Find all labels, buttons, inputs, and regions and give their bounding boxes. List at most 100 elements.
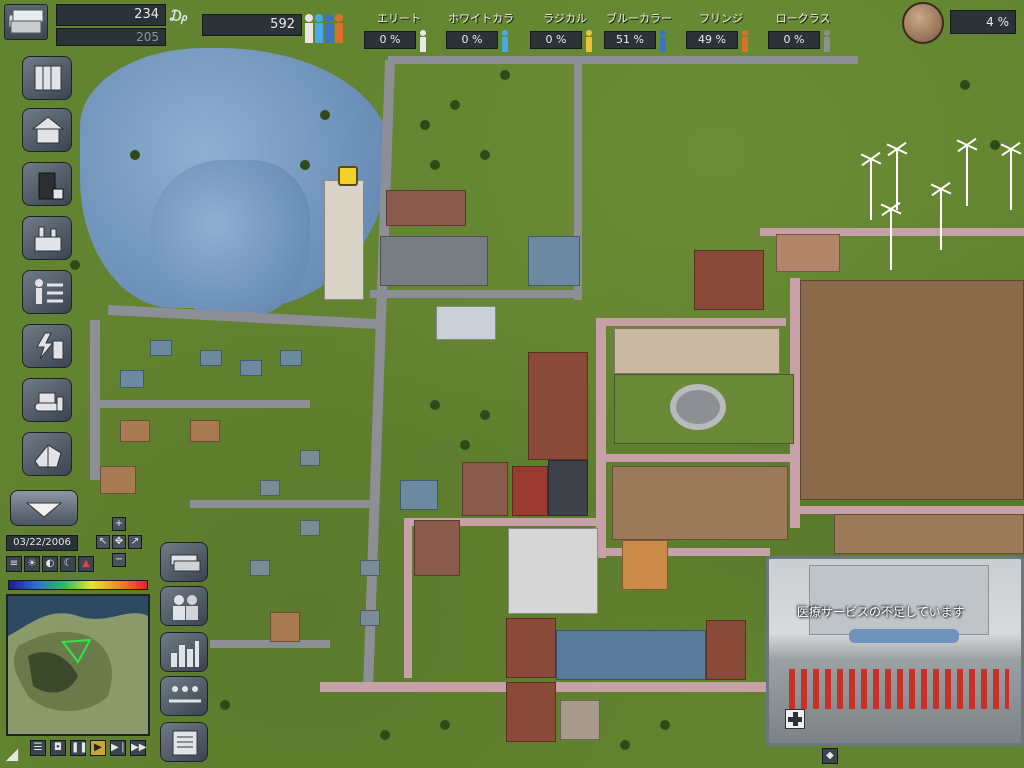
bulldoze-button[interactable] [22, 378, 72, 422]
zoom-in-button[interactable]: + [112, 517, 126, 531]
locked-button[interactable] [22, 162, 72, 206]
house[interactable] [190, 420, 220, 442]
house[interactable] [280, 350, 302, 366]
shop[interactable] [400, 480, 438, 510]
camera-icon[interactable]: ◘ [50, 740, 66, 756]
tree [130, 150, 140, 160]
pink-road [600, 454, 810, 462]
house[interactable] [360, 560, 380, 576]
apartment-block[interactable] [622, 540, 668, 590]
housing-block[interactable] [612, 466, 788, 540]
warning-triangle-icon[interactable]: ▲ [78, 556, 94, 572]
market[interactable] [556, 630, 706, 680]
apartment-block[interactable] [462, 462, 508, 516]
apartment-block[interactable] [706, 620, 746, 680]
tree [620, 740, 630, 750]
class-lower-class[interactable]: ロークラス 0 % [768, 10, 838, 56]
house[interactable] [120, 370, 144, 388]
apartment-block[interactable] [414, 520, 460, 576]
layers-icon[interactable]: ◆ [822, 748, 838, 764]
school[interactable] [508, 528, 598, 614]
wind-turbine[interactable] [940, 190, 942, 250]
sunset-icon[interactable]: ◐ [42, 556, 58, 572]
housing-block[interactable] [834, 514, 1024, 554]
terrain-button[interactable] [22, 432, 72, 476]
house[interactable] [150, 340, 172, 356]
office-building[interactable] [324, 180, 364, 300]
radical-figure-icon [586, 30, 592, 52]
transport-button[interactable] [22, 270, 72, 314]
house[interactable] [270, 612, 300, 642]
factory[interactable] [380, 236, 488, 286]
utilities-button[interactable] [22, 324, 72, 368]
apartment-block[interactable] [548, 460, 588, 516]
house[interactable] [100, 466, 136, 494]
wind-turbine[interactable] [1010, 150, 1012, 210]
class-radical[interactable]: ラジカル 0 % [530, 10, 600, 56]
house-icon [31, 116, 65, 144]
news-caption: 医療サービスの不足しています [797, 605, 965, 619]
house[interactable] [120, 420, 150, 442]
wind-turbine[interactable] [870, 160, 872, 220]
reports-button[interactable] [160, 722, 208, 762]
house[interactable] [300, 520, 320, 536]
news-panel[interactable]: 医療サービスの不足しています [766, 556, 1024, 746]
house[interactable] [250, 560, 270, 576]
tree [300, 160, 310, 170]
town-hall[interactable] [614, 328, 780, 374]
wind-turbine[interactable] [890, 210, 892, 270]
tree [70, 260, 80, 270]
center-button[interactable]: ✥ [112, 535, 126, 549]
class-fringe[interactable]: フリンジ 49 % [686, 10, 756, 56]
apartment-block[interactable] [506, 682, 556, 742]
collapse-left-icon[interactable]: ◢ [2, 744, 22, 764]
house[interactable] [260, 480, 280, 496]
warehouse[interactable] [436, 306, 496, 340]
politics-button[interactable] [160, 676, 208, 716]
pink-road [596, 318, 786, 326]
wind-turbine[interactable] [966, 146, 968, 206]
road [190, 500, 370, 508]
rotate-left-button[interactable]: ↖ [96, 535, 110, 549]
class-blue-collar[interactable]: ブルーカラー 51 % [604, 10, 674, 56]
factory[interactable] [386, 190, 466, 226]
sun-icon[interactable]: ☀ [24, 556, 40, 572]
advisors-button[interactable] [160, 586, 208, 626]
fastest-forward-icon[interactable]: ▶▶ [130, 740, 146, 756]
rotate-right-button[interactable]: ↗ [128, 535, 142, 549]
zoning-button[interactable] [22, 56, 72, 100]
house[interactable] [240, 360, 262, 376]
house[interactable] [360, 610, 380, 626]
finance-button[interactable] [160, 542, 208, 582]
industry-button[interactable] [22, 216, 72, 260]
apartment-block[interactable] [506, 618, 556, 678]
money-icon[interactable] [4, 4, 48, 40]
housing-block[interactable] [800, 280, 1024, 500]
housing-button[interactable] [22, 108, 72, 152]
utilities-icon [36, 332, 64, 360]
minimap[interactable] [6, 594, 150, 736]
class-white-collar[interactable]: ホワイトカラー 0 % [446, 10, 516, 56]
menu-icon[interactable]: ☰ [30, 740, 46, 756]
office-building[interactable] [560, 700, 600, 740]
overlay-grid-icon[interactable]: ≡ [6, 556, 22, 572]
population-icon[interactable] [302, 12, 344, 46]
warehouse[interactable] [528, 236, 580, 286]
apartment-block[interactable] [512, 466, 548, 516]
pause-icon[interactable]: ❚❚ [70, 740, 88, 756]
class-elite[interactable]: エリート 0 % [364, 10, 434, 56]
house[interactable] [200, 350, 222, 366]
housing-block[interactable] [776, 234, 840, 272]
approval-emblem-icon[interactable] [902, 2, 944, 44]
play-icon[interactable]: ▶ [90, 740, 106, 756]
fast-forward-icon[interactable]: ▶❘ [110, 740, 127, 756]
wind-turbine[interactable] [896, 150, 898, 210]
warning-marker-icon[interactable] [338, 166, 358, 186]
moon-icon[interactable]: ☾ [60, 556, 76, 572]
collapse-panel-button[interactable] [10, 490, 78, 526]
apartment-block[interactable] [528, 352, 588, 460]
overlay-color-scale [8, 580, 148, 590]
house[interactable] [300, 450, 320, 466]
statistics-button[interactable] [160, 632, 208, 672]
power-plant[interactable] [694, 250, 764, 310]
